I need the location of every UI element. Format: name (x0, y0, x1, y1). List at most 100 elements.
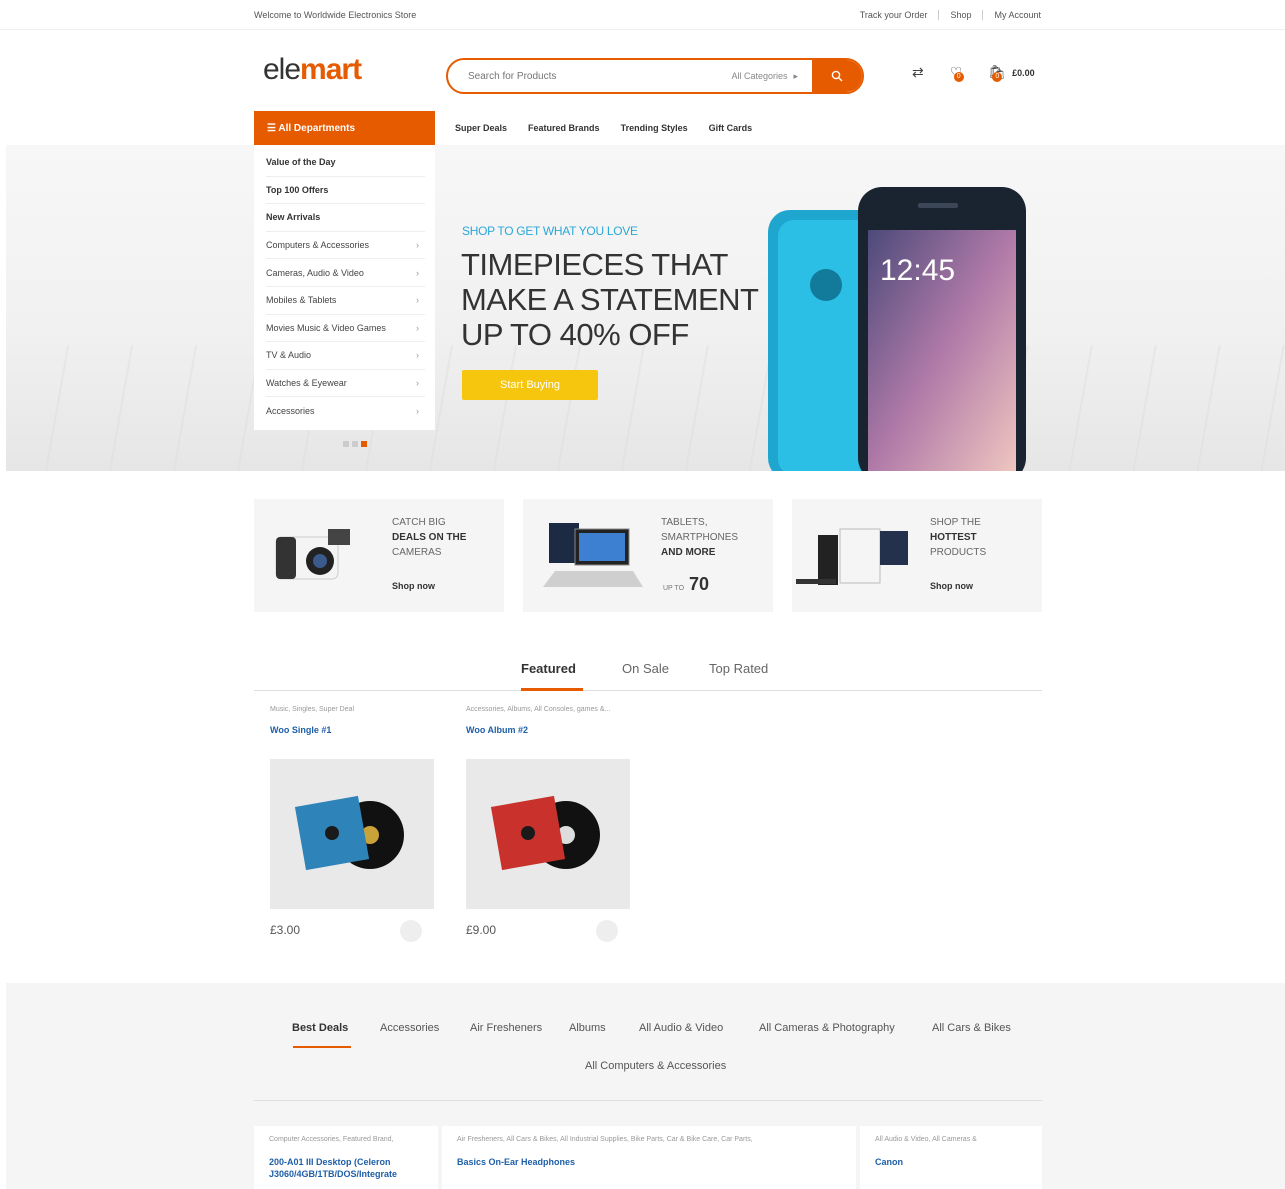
tab-on-sale[interactable]: On Sale (622, 661, 669, 676)
deal-card[interactable]: Computer Accessories, Featured Brand, 20… (254, 1126, 438, 1189)
department-item[interactable]: New Arrivals (266, 204, 425, 232)
vinyl-record-image (294, 795, 404, 871)
promo-line: SMARTPHONES (661, 532, 739, 543)
deal-name[interactable]: Basics On-Ear Headphones (457, 1156, 575, 1168)
product-card[interactable]: Accessories, Albums, All Consoles, games… (450, 706, 630, 942)
promo-hottest[interactable]: SHOP THE HOTTEST PRODUCTS Shop now (792, 499, 1042, 612)
all-departments-label: All Departments (278, 123, 356, 134)
deals-divider (254, 1100, 1042, 1101)
product-price: £9.00 (466, 923, 497, 937)
department-item-label: Top 100 Offers (266, 184, 329, 195)
promo-cameras[interactable]: CATCH BIG DEALS ON THE CAMERAS Shop now (254, 499, 504, 612)
hero-floor (6, 345, 1285, 471)
logo-part1: ele (263, 53, 301, 86)
track-order-link[interactable]: Track your Order (849, 10, 940, 20)
cart-count: 0 (992, 72, 1003, 82)
tab-featured[interactable]: Featured (521, 661, 576, 676)
department-item[interactable]: Accessories › (266, 397, 425, 425)
product-tabs: Featured On Sale Top Rated (254, 661, 1042, 691)
chevron-right-icon: › (416, 295, 419, 306)
welcome-text: Welcome to Worldwide Electronics Store (254, 10, 417, 20)
department-item[interactable]: Cameras, Audio & Video › (266, 259, 425, 287)
shop-now-link[interactable]: Shop now (392, 581, 435, 591)
chevron-right-icon: › (416, 406, 419, 417)
product-categories: Music, Singles, Super Deal (270, 706, 355, 713)
tab-top-rated[interactable]: Top Rated (709, 661, 768, 676)
deal-categories: All Audio & Video, All Cameras & (875, 1136, 977, 1143)
deals-tab-audio-video[interactable]: All Audio & Video (639, 1022, 723, 1034)
add-to-cart-button[interactable] (596, 920, 618, 942)
deals-tab-air-fresheners[interactable]: Air Fresheners (470, 1022, 542, 1034)
promo-text: SHOP THE HOTTEST PRODUCTS (930, 515, 1040, 560)
shop-link[interactable]: Shop (939, 10, 984, 20)
my-account-link[interactable]: My Account (983, 10, 1041, 20)
hero-kicker: SHOP TO GET WHAT YOU LOVE (462, 224, 638, 238)
slider-dots (343, 441, 367, 447)
nav-trending-styles[interactable]: Trending Styles (621, 123, 688, 133)
department-item[interactable]: Computers & Accessories › (266, 232, 425, 260)
deals-tab-computers[interactable]: All Computers & Accessories (585, 1060, 726, 1072)
promo-line: CATCH BIG (392, 517, 446, 528)
deals-tab-cars-bikes[interactable]: All Cars & Bikes (932, 1022, 1011, 1034)
promo-line: HOTTEST (930, 530, 1040, 545)
shop-now-link[interactable]: Shop now (930, 581, 973, 591)
department-item[interactable]: Movies Music & Video Games › (266, 315, 425, 343)
department-item[interactable]: TV & Audio › (266, 342, 425, 370)
deal-name-line: J3060/4GB/1TB/DOS/Integrate (269, 1169, 398, 1179)
all-departments-button[interactable]: ☰ All Departments (254, 111, 435, 145)
deal-card[interactable]: Air Fresheners, All Cars & Bikes, All In… (442, 1126, 856, 1189)
deal-name[interactable]: Canon (875, 1156, 903, 1168)
promo-line: CAMERAS (392, 547, 442, 558)
promo-text: TABLETS, SMARTPHONES AND MORE (661, 515, 771, 560)
search-input[interactable] (448, 60, 732, 92)
category-select[interactable]: All Categories ▸ (731, 71, 812, 82)
logo-part2: mart (300, 53, 362, 86)
cart-icon[interactable]: 🛍0 (988, 64, 1006, 82)
nav-featured-brands[interactable]: Featured Brands (528, 123, 600, 133)
top-bar: Welcome to Worldwide Electronics Store T… (0, 0, 1285, 30)
nav-gift-cards[interactable]: Gift Cards (709, 123, 753, 133)
product-image[interactable] (466, 759, 630, 909)
deals-tab-best-deals[interactable]: Best Deals (292, 1022, 348, 1034)
department-item-label: Value of the Day (266, 157, 336, 168)
deals-tab-accessories[interactable]: Accessories (380, 1022, 439, 1034)
slider-dot[interactable] (352, 441, 358, 447)
promo-value: 70 (689, 574, 710, 594)
department-item-label: New Arrivals (266, 212, 321, 223)
add-to-cart-button[interactable] (400, 920, 422, 942)
department-item[interactable]: Mobiles & Tablets › (266, 287, 425, 315)
department-item-label: Mobiles & Tablets (266, 295, 337, 306)
slider-dot[interactable] (343, 441, 349, 447)
chevron-right-icon: › (416, 322, 419, 333)
deal-name[interactable]: 200-A01 III Desktop (Celeron J3060/4GB/1… (269, 1156, 397, 1180)
slider-dot-active[interactable] (361, 441, 367, 447)
promo-tablets[interactable]: TABLETS, SMARTPHONES AND MORE UP TO 70 (523, 499, 773, 612)
product-name[interactable]: Woo Single #1 (270, 725, 418, 735)
department-item[interactable]: Value of the Day (266, 149, 425, 177)
start-buying-button[interactable]: Start Buying (462, 370, 598, 400)
promo-line: PRODUCTS (930, 547, 987, 558)
site-logo[interactable]: elemart (263, 53, 362, 86)
cart-total[interactable]: £0.00 (1012, 68, 1035, 78)
search-button[interactable] (812, 60, 862, 92)
promo-upto: UP TO (663, 585, 685, 592)
product-name[interactable]: Woo Album #2 (466, 725, 614, 735)
department-item[interactable]: Watches & Eyewear › (266, 370, 425, 398)
phone-time: 12:45 (880, 254, 955, 287)
department-item-label: Computers & Accessories (266, 240, 370, 251)
search-icon (831, 70, 843, 82)
department-item-label: Watches & Eyewear (266, 378, 347, 389)
deal-card[interactable]: All Audio & Video, All Cameras & Canon (860, 1126, 1042, 1189)
camera-image (275, 529, 350, 580)
department-item[interactable]: Top 100 Offers (266, 177, 425, 205)
active-tab-underline (521, 688, 583, 691)
deals-tab-albums[interactable]: Albums (569, 1022, 606, 1034)
wishlist-icon[interactable]: ♡0 (950, 64, 964, 82)
product-card[interactable]: Music, Singles, Super Deal Woo Single #1… (254, 706, 434, 942)
compare-icon[interactable]: ⇄ (912, 64, 924, 81)
hero-title-line: UP TO 40% OFF (461, 317, 689, 352)
wishlist-count: 0 (953, 72, 964, 82)
product-image[interactable] (270, 759, 434, 909)
deals-tab-cameras[interactable]: All Cameras & Photography (759, 1022, 895, 1034)
nav-super-deals[interactable]: Super Deals (455, 123, 507, 133)
